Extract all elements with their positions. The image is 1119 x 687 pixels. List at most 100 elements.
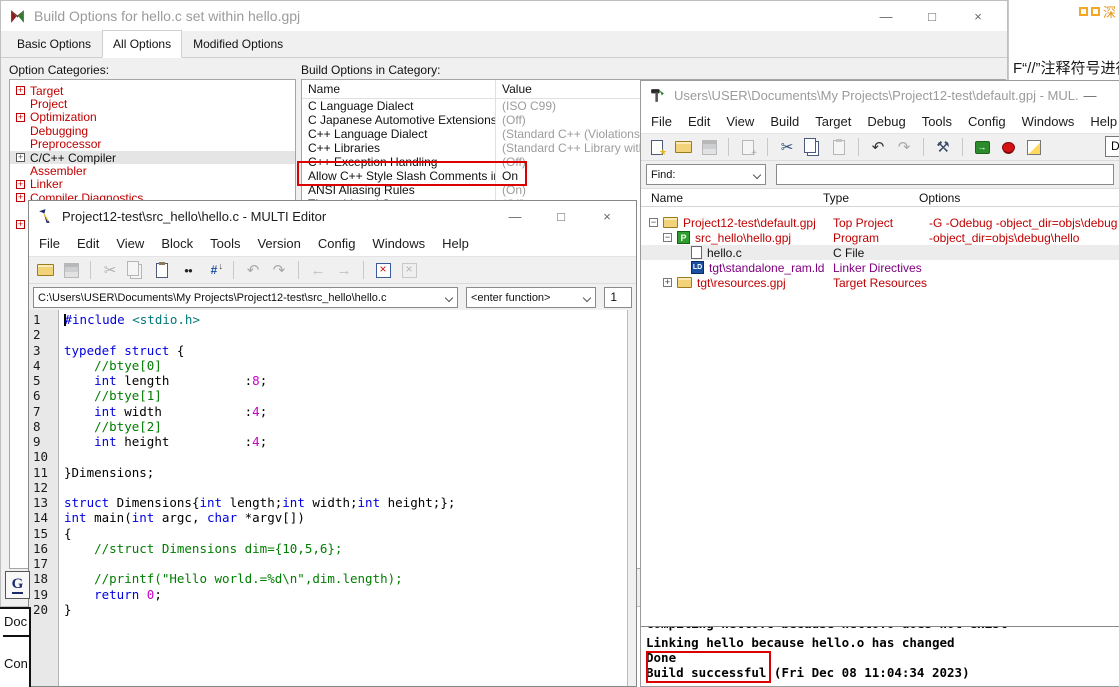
tree-row[interactable]: + tgt\resources.gpj Target Resources (641, 275, 1119, 290)
code-line[interactable]: //printf("Hello world.=%d\n",dim.length)… (64, 571, 627, 586)
category-item[interactable]: + Target (10, 84, 295, 97)
expand-icon[interactable]: + (16, 180, 25, 189)
open-file-icon[interactable] (35, 261, 55, 280)
tree-toggle-icon[interactable]: − (649, 218, 658, 227)
code-line[interactable]: struct Dimensions{int length;int width;i… (64, 495, 627, 510)
category-item[interactable]: + Optimization (10, 111, 295, 124)
tree-toggle-icon[interactable]: + (663, 278, 672, 287)
cut-icon[interactable] (100, 261, 120, 280)
open-project-icon[interactable] (673, 138, 693, 157)
expand-icon[interactable]: + (16, 113, 25, 122)
function-combo[interactable]: <enter function> (466, 287, 596, 308)
undo-icon[interactable] (868, 138, 888, 157)
code-line[interactable] (64, 556, 627, 571)
tree-toggle-icon[interactable]: − (663, 233, 672, 242)
line-number-field[interactable]: 1 (604, 287, 632, 308)
category-item[interactable]: Project (10, 97, 295, 110)
tab[interactable]: Modified Options (182, 32, 294, 57)
menu-item[interactable]: Help (442, 236, 469, 251)
connect-icon[interactable] (972, 138, 992, 157)
tab[interactable]: All Options (102, 30, 182, 58)
back-icon[interactable] (308, 261, 328, 280)
tab[interactable]: Basic Options (6, 32, 102, 57)
expand-icon[interactable]: + (16, 153, 25, 162)
cut-icon[interactable] (777, 138, 797, 157)
menu-item[interactable]: View (116, 236, 144, 251)
close-button[interactable]: × (967, 9, 989, 24)
tree-row[interactable]: − Project12-test\default.gpj Top Project… (641, 215, 1119, 230)
project-tree[interactable]: − Project12-test\default.gpj Top Project… (641, 207, 1119, 643)
save-icon[interactable] (699, 138, 719, 157)
menu-item[interactable]: File (39, 236, 60, 251)
menu-item[interactable]: Build (770, 114, 799, 129)
column-options[interactable]: Options (919, 191, 960, 205)
code-line[interactable]: typedef struct { (64, 343, 627, 358)
debugger-icon[interactable] (998, 138, 1018, 157)
code-line[interactable]: int length :8; (64, 373, 627, 388)
minimize-button[interactable]: — (875, 9, 897, 24)
menu-item[interactable]: Config (968, 114, 1006, 129)
menu-item[interactable]: Config (318, 236, 356, 251)
code-line[interactable]: //btye[0] (64, 358, 627, 373)
expand-icon[interactable]: + (16, 86, 25, 95)
code-line[interactable]: int height :4; (64, 434, 627, 449)
category-item[interactable]: + C/C++ Compiler (10, 151, 295, 164)
close-button[interactable]: × (596, 209, 618, 224)
menu-item[interactable]: Windows (372, 236, 425, 251)
menu-item[interactable]: Help (1090, 114, 1117, 129)
category-item[interactable]: Assembler (10, 164, 295, 177)
column-name[interactable]: Name (641, 191, 823, 205)
code-line[interactable]: } (64, 602, 627, 617)
menu-item[interactable]: Version (257, 236, 300, 251)
code-line[interactable]: //btye[2] (64, 419, 627, 434)
category-item[interactable]: Preprocessor (10, 138, 295, 151)
find-input[interactable] (776, 164, 1114, 185)
close-all-icon[interactable] (399, 261, 419, 280)
code-line[interactable]: return 0; (64, 587, 627, 602)
code-line[interactable] (64, 327, 627, 342)
build-icon[interactable] (933, 138, 953, 157)
code-line[interactable] (64, 480, 627, 495)
expand-icon[interactable]: + (16, 220, 25, 229)
maximize-button[interactable]: □ (550, 209, 572, 224)
forward-icon[interactable] (334, 261, 354, 280)
code-area[interactable]: 1234567891011121314151617181920 #include… (29, 310, 636, 686)
menu-item[interactable]: Target (815, 114, 851, 129)
code-line[interactable]: int width :4; (64, 404, 627, 419)
clipped-d-button[interactable]: D (1105, 136, 1119, 157)
build-output-panel[interactable]: Compiling hello.c because hello.o does n… (641, 626, 1119, 687)
maximize-button[interactable]: □ (921, 9, 943, 24)
paste-icon[interactable] (829, 138, 849, 157)
menu-item[interactable]: Debug (867, 114, 905, 129)
new-file-icon[interactable] (647, 138, 667, 157)
paste-icon[interactable] (152, 261, 172, 280)
goto-line-icon[interactable] (204, 261, 224, 280)
copy-icon[interactable] (803, 138, 823, 157)
redo-icon[interactable] (894, 138, 914, 157)
copy-icon[interactable] (126, 261, 146, 280)
minimize-button[interactable]: — (1079, 88, 1101, 103)
code-line[interactable]: #include <stdio.h> (64, 312, 627, 327)
code-line[interactable]: int main(int argc, char *argv[]) (64, 510, 627, 525)
editor-titlebar[interactable]: Project12-test\src_hello\hello.c - MULTI… (29, 201, 636, 231)
file-path-combo[interactable]: C:\Users\USER\Documents\My Projects\Proj… (33, 287, 458, 308)
close-doc-icon[interactable] (373, 261, 393, 280)
code-text[interactable]: #include <stdio.h> typedef struct { //bty… (59, 310, 627, 686)
tree-row[interactable]: − P src_hello\hello.gpj Program -object_… (641, 230, 1119, 245)
code-line[interactable]: //struct Dimensions dim={10,5,6}; (64, 541, 627, 556)
save-icon[interactable] (61, 261, 81, 280)
redo-icon[interactable] (269, 261, 289, 280)
menu-item[interactable]: Edit (688, 114, 710, 129)
find-icon[interactable] (178, 261, 198, 280)
code-line[interactable]: //btye[1] (64, 388, 627, 403)
vertical-scrollbar[interactable] (627, 310, 636, 686)
code-line[interactable] (64, 449, 627, 464)
column-type[interactable]: Type (823, 191, 919, 205)
code-line[interactable]: }Dimensions; (64, 465, 627, 480)
add-file-icon[interactable] (738, 138, 758, 157)
menu-item[interactable]: Edit (77, 236, 99, 251)
tree-row[interactable]: LD tgt\standalone_ram.ld Linker Directiv… (641, 260, 1119, 275)
category-item[interactable]: + Linker (10, 178, 295, 191)
tree-row[interactable]: hello.c C File (641, 245, 1119, 260)
minimize-button[interactable]: — (504, 209, 526, 224)
